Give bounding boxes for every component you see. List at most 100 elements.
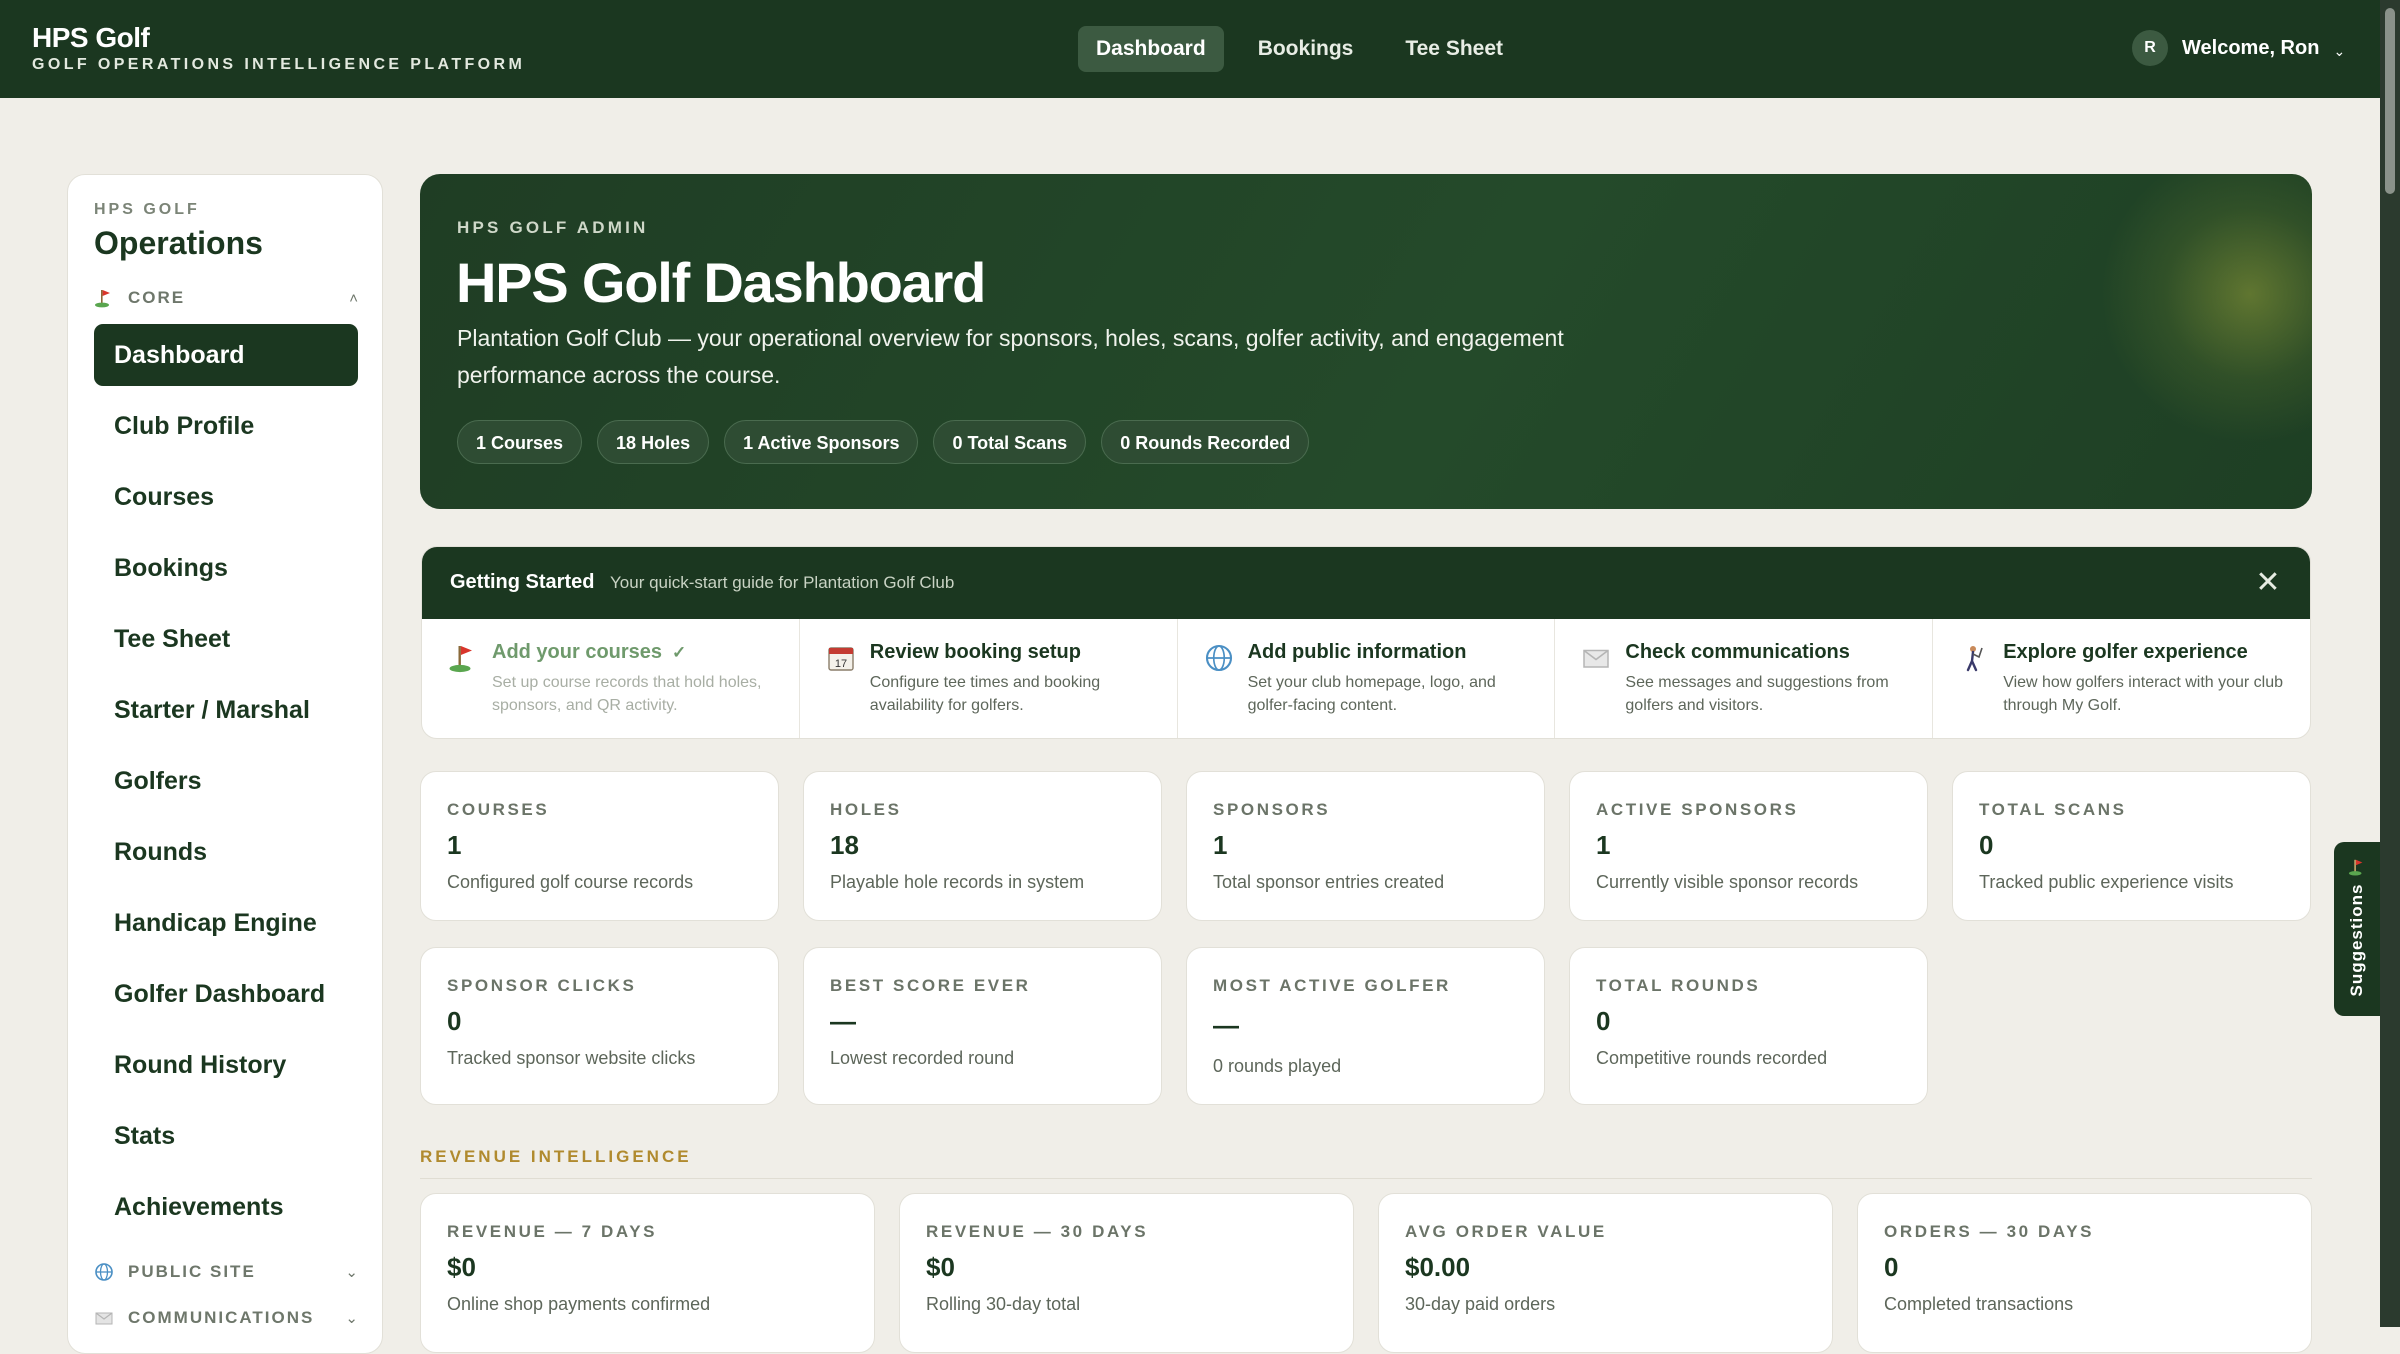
stat-label: SPONSOR CLICKS <box>447 976 637 995</box>
top-navbar: HPS Golf GOLF OPERATIONS INTELLIGENCE PL… <box>0 0 2380 98</box>
check-icon: ✓ <box>672 643 687 662</box>
suggestions-tab[interactable]: Suggestions <box>2334 842 2380 1016</box>
sidebar-section-public-site[interactable]: PUBLIC SITE ⌄ <box>94 1259 358 1285</box>
stat-label: SPONSORS <box>1213 800 1331 819</box>
section-label-core: CORE <box>128 288 186 307</box>
chevron-down-icon: ⌄ <box>2333 42 2346 59</box>
stat-description: Tracked sponsor website clicks <box>447 1048 696 1068</box>
stat-value: 18 <box>830 830 859 860</box>
stat-label: REVENUE — 30 DAYS <box>926 1222 1149 1241</box>
step-description: Configure tee times and booking availabi… <box>869 674 1101 714</box>
stat-description: Competitive rounds recorded <box>1596 1048 1828 1068</box>
sidebar-item-round-history[interactable]: Round History <box>94 1034 358 1096</box>
getting-started-title: Getting Started <box>450 571 595 593</box>
stat-card-courses: COURSES 1 Configured golf course records <box>420 771 779 921</box>
getting-started-header: Getting Started Your quick-start guide f… <box>422 547 2310 619</box>
user-menu[interactable]: R Welcome, Ron ⌄ <box>2132 30 2345 66</box>
step-description: Set your club homepage, logo, and golfer… <box>1247 674 1496 714</box>
revenue-card-7-days: REVENUE — 7 DAYS $0 Online shop payments… <box>420 1193 875 1353</box>
getting-started-panel: Getting Started Your quick-start guide f… <box>421 546 2311 739</box>
sidebar-item-stats[interactable]: Stats <box>94 1105 358 1167</box>
stat-value: 0 <box>1884 1252 1899 1282</box>
sidebar-item-golfer-dashboard[interactable]: Golfer Dashboard <box>94 963 358 1025</box>
envelope-icon <box>94 1308 114 1328</box>
hero-glow-decoration <box>2100 174 2312 444</box>
calendar-icon: 17 <box>826 643 856 673</box>
stat-description: Total sponsor entries created <box>1213 872 1445 892</box>
step-check-communications[interactable]: Check communications See messages and su… <box>1555 619 1934 738</box>
hero-kicker: HPS GOLF ADMIN <box>457 218 649 237</box>
sidebar-item-golfers[interactable]: Golfers <box>94 750 358 812</box>
step-explore-golfer-experience[interactable]: Explore golfer experience View how golfe… <box>1933 619 2310 738</box>
getting-started-subtitle: Your quick-start guide for Plantation Go… <box>610 573 955 592</box>
stat-value: $0 <box>447 1252 476 1282</box>
stat-label: REVENUE — 7 DAYS <box>447 1222 658 1241</box>
step-title: Explore golfer experience <box>2003 641 2248 663</box>
sidebar-item-club-profile[interactable]: Club Profile <box>94 395 358 457</box>
section-label-public-site: PUBLIC SITE <box>128 1262 256 1281</box>
step-description: See messages and suggestions from golfer… <box>1625 674 1889 714</box>
globe-icon <box>1204 643 1234 673</box>
nav-tee-sheet[interactable]: Tee Sheet <box>1387 26 1521 72</box>
stat-label: HOLES <box>830 800 902 819</box>
stat-value: — <box>830 1006 856 1036</box>
sidebar-title: Operations <box>94 225 263 261</box>
revenue-section-heading: REVENUE INTELLIGENCE <box>420 1147 692 1166</box>
stat-card-most-active-golfer: MOST ACTIVE GOLFER — 0 rounds played <box>1186 947 1545 1105</box>
sidebar-item-dashboard[interactable]: Dashboard <box>94 324 358 386</box>
stat-card-total-scans: TOTAL SCANS 0 Tracked public experience … <box>1952 771 2311 921</box>
scrollbar-thumb[interactable] <box>2385 8 2395 194</box>
stat-description: 0 rounds played <box>1213 1056 1342 1076</box>
sidebar-item-starter-marshal[interactable]: Starter / Marshal <box>94 679 358 741</box>
stat-card-best-score: BEST SCORE EVER — Lowest recorded round <box>803 947 1162 1105</box>
stat-value: $0.00 <box>1405 1252 1471 1282</box>
nav-dashboard[interactable]: Dashboard <box>1078 26 1224 72</box>
hero-description: Plantation Golf Club — your operational … <box>457 325 1564 388</box>
step-description: View how golfers interact with your club… <box>2003 674 2284 714</box>
stat-description: Completed transactions <box>1884 1294 2074 1314</box>
stat-label: TOTAL SCANS <box>1979 800 2127 819</box>
stat-value: $0 <box>926 1252 955 1282</box>
flag-icon <box>2348 858 2366 876</box>
sidebar-item-tee-sheet[interactable]: Tee Sheet <box>94 608 358 670</box>
stat-value: 1 <box>1596 830 1611 860</box>
sidebar-item-handicap-engine[interactable]: Handicap Engine <box>94 892 358 954</box>
section-label-communications: COMMUNICATIONS <box>128 1308 315 1327</box>
pill-total-scans: 0 Total Scans <box>933 420 1087 464</box>
stat-label: BEST SCORE EVER <box>830 976 1031 995</box>
suggestions-label: Suggestions <box>2347 883 2366 997</box>
sidebar-item-bookings[interactable]: Bookings <box>94 537 358 599</box>
envelope-icon <box>1581 643 1611 673</box>
page-scrollbar[interactable] <box>2380 0 2400 1327</box>
chevron-up-icon: ˄ <box>349 289 358 307</box>
step-title: Review booking setup <box>869 641 1081 663</box>
step-add-public-info[interactable]: Add public information Set your club hom… <box>1178 619 1556 738</box>
step-review-booking[interactable]: 17 Review booking setup Configure tee ti… <box>800 619 1178 738</box>
golfer-icon <box>1959 643 1989 673</box>
sidebar-item-courses[interactable]: Courses <box>94 466 358 528</box>
step-title: Add public information <box>1247 641 1467 663</box>
stat-description: Playable hole records in system <box>830 872 1085 892</box>
step-add-courses[interactable]: Add your courses ✓ Set up course records … <box>422 619 800 738</box>
stat-card-total-rounds: TOTAL ROUNDS 0 Competitive rounds record… <box>1569 947 1928 1105</box>
stat-label: AVG ORDER VALUE <box>1405 1222 1607 1241</box>
brand-title[interactable]: HPS Golf <box>32 22 150 54</box>
chevron-down-icon: ⌄ <box>345 1264 358 1281</box>
stat-description: Online shop payments confirmed <box>447 1294 711 1314</box>
stat-description: Tracked public experience visits <box>1979 872 2234 892</box>
divider <box>420 1178 2312 1179</box>
sidebar-section-communications[interactable]: COMMUNICATIONS ⌄ <box>94 1305 358 1331</box>
stat-description: Lowest recorded round <box>830 1048 1015 1068</box>
nav-bookings[interactable]: Bookings <box>1240 26 1372 72</box>
sidebar-item-achievements[interactable]: Achievements <box>94 1176 358 1238</box>
sidebar-section-core[interactable]: CORE ˄ <box>94 285 358 311</box>
sidebar-item-rounds[interactable]: Rounds <box>94 821 358 883</box>
stat-label: TOTAL ROUNDS <box>1596 976 1761 995</box>
revenue-card-avg-order-value: AVG ORDER VALUE $0.00 30-day paid orders <box>1378 1193 1833 1353</box>
stat-description: 30-day paid orders <box>1405 1294 1556 1314</box>
stat-label: ACTIVE SPONSORS <box>1596 800 1799 819</box>
close-icon[interactable]: ✕ <box>2248 563 2288 603</box>
pill-holes: 18 Holes <box>597 420 710 464</box>
user-greeting: Welcome, Ron <box>2182 36 2320 59</box>
step-title: Add your courses ✓ <box>492 641 686 664</box>
